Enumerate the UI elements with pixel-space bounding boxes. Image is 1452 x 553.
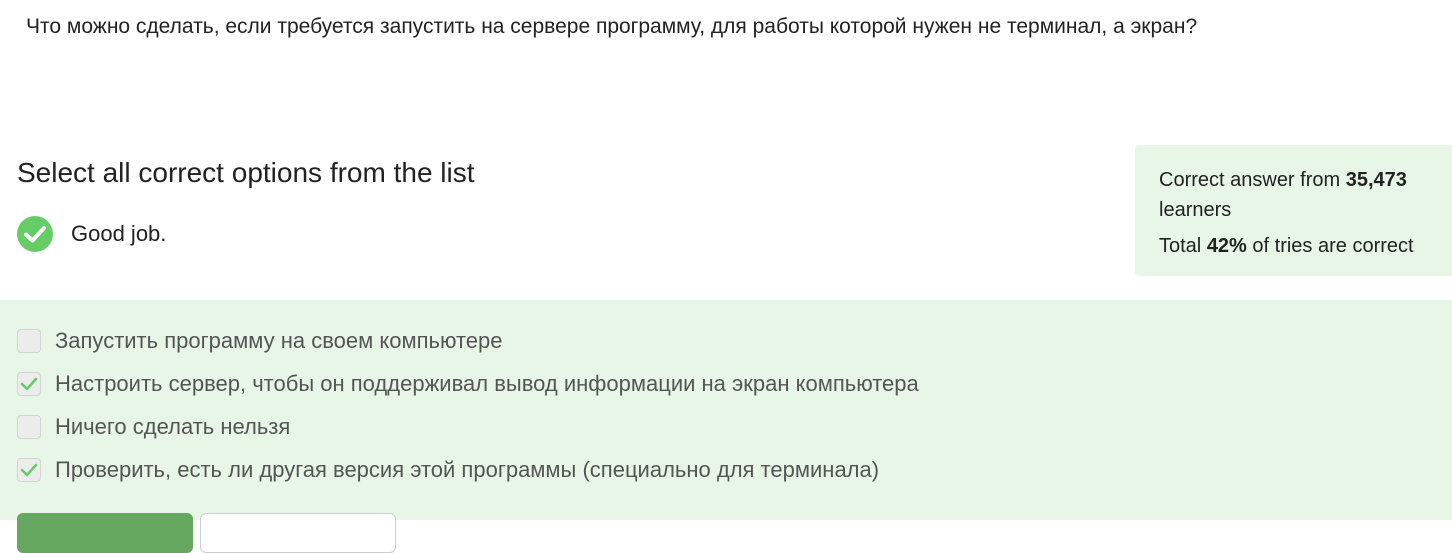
option-label: Запустить программу на своем компьютере xyxy=(55,328,503,353)
checkmark-icon xyxy=(20,377,38,391)
correct-percent: 42% xyxy=(1206,235,1247,257)
option-item[interactable]: Запустить программу на своем компьютере xyxy=(17,327,503,355)
option-checkbox[interactable] xyxy=(17,329,41,353)
stats-learners-line: Correct answer from 35,473 learners xyxy=(1159,165,1452,225)
stats-percent-prefix: Total xyxy=(1159,235,1207,257)
stats-percent-suffix: of tries are correct xyxy=(1246,235,1414,257)
option-item[interactable]: Проверить, есть ли другая версия этой пр… xyxy=(17,456,879,484)
option-item[interactable]: Ничего сделать нельзя xyxy=(17,413,290,441)
learners-count: 35,473 xyxy=(1345,169,1407,191)
stats-learners-prefix: Correct answer from xyxy=(1159,169,1346,191)
option-label: Ничего сделать нельзя xyxy=(55,414,291,439)
option-item[interactable]: Настроить сервер, чтобы он поддерживал в… xyxy=(17,370,919,398)
primary-action-button[interactable] xyxy=(17,513,193,553)
option-checkbox[interactable] xyxy=(17,458,41,482)
options-panel: Запустить программу на своем компьютере … xyxy=(0,300,1452,520)
feedback-text: Good job. xyxy=(71,221,167,246)
stats-percent-line: Total 42% of tries are correct xyxy=(1159,231,1452,261)
question-text: Что можно сделать, если требуется запуст… xyxy=(26,15,1198,38)
stats-panel: Correct answer from 35,473 learners Tota… xyxy=(1135,145,1452,276)
check-circle-icon xyxy=(17,216,53,252)
secondary-action-button[interactable] xyxy=(200,513,396,553)
checkmark-icon xyxy=(20,463,38,477)
task-heading: Select all correct options from the list xyxy=(17,157,475,188)
feedback-message: Good job. xyxy=(17,216,166,252)
option-label: Проверить, есть ли другая версия этой пр… xyxy=(55,457,880,482)
option-checkbox[interactable] xyxy=(17,372,41,396)
option-checkbox[interactable] xyxy=(17,415,41,439)
stats-learners-suffix: learners xyxy=(1159,199,1232,221)
option-label: Настроить сервер, чтобы он поддерживал в… xyxy=(55,371,919,396)
